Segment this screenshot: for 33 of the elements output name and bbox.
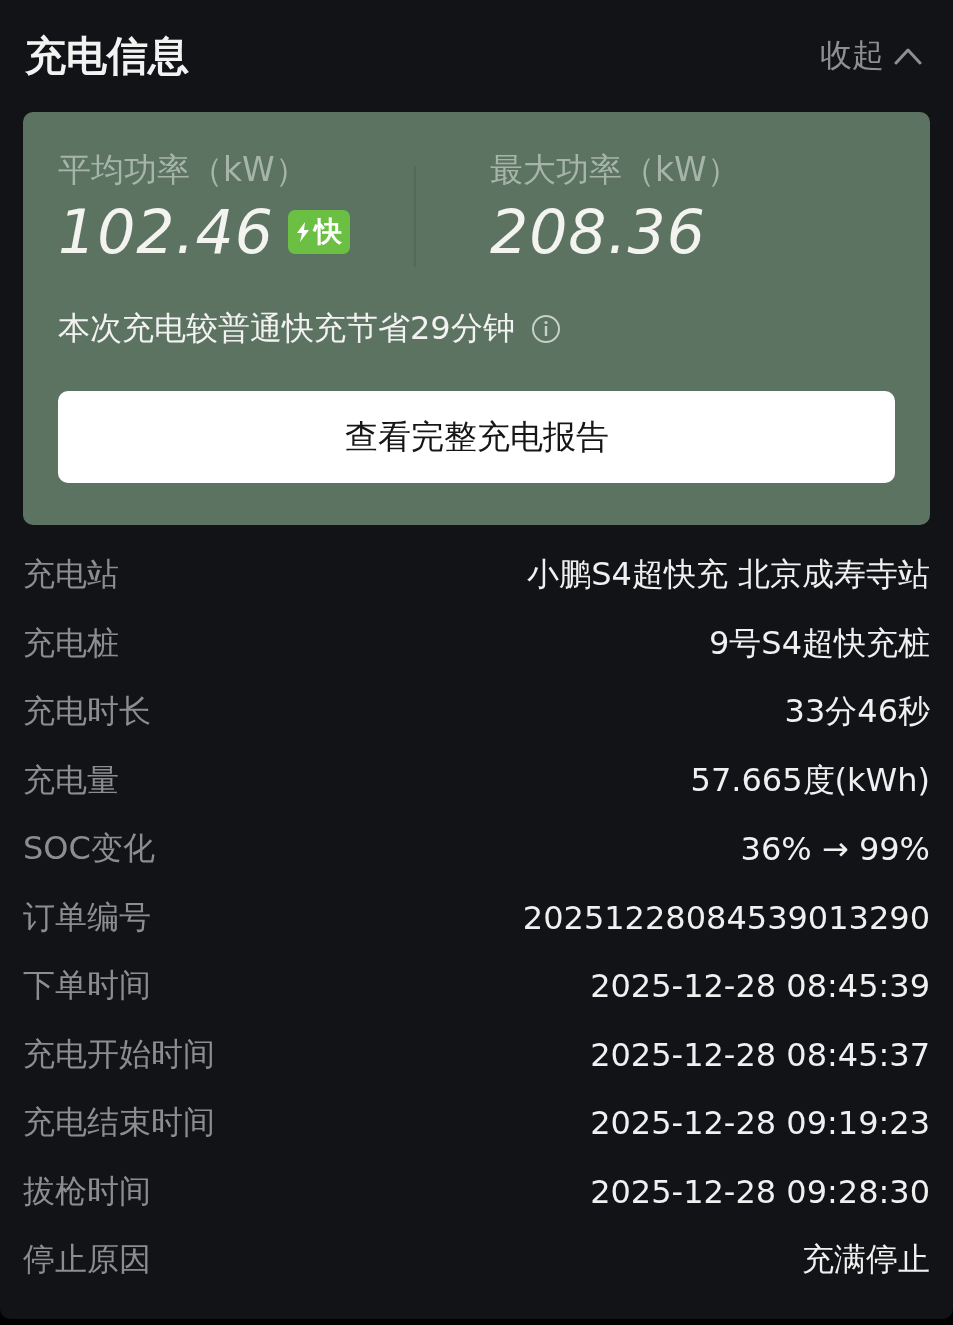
lightning-icon xyxy=(295,222,310,242)
detail-value: 33分46秒 xyxy=(784,691,930,733)
detail-value: 36% → 99% xyxy=(740,830,930,869)
detail-value: 2025-12-28 08:45:39 xyxy=(590,967,930,1006)
stat-value: 102.46 xyxy=(58,197,274,267)
detail-value: 充满停止 xyxy=(802,1239,930,1281)
detail-label: 充电桩 xyxy=(23,622,119,664)
detail-value: 20251228084539013290 xyxy=(522,898,930,937)
detail-label: 下单时间 xyxy=(23,965,151,1007)
detail-value: 2025-12-28 09:19:23 xyxy=(590,1104,930,1143)
detail-label: 拔枪时间 xyxy=(23,1170,151,1212)
detail-label: 充电量 xyxy=(23,759,119,801)
stat-value: 208.36 xyxy=(490,197,706,267)
detail-value: 2025-12-28 09:28:30 xyxy=(590,1172,930,1211)
collapse-button[interactable]: 收起 xyxy=(820,34,930,78)
detail-label: 充电时长 xyxy=(23,691,151,733)
section-title: 充电信息 xyxy=(24,30,189,82)
detail-value: 小鹏S4超快充 北京成寿寺站 xyxy=(527,554,930,596)
detail-label: 充电站 xyxy=(23,554,119,596)
stat-label: 平均功率（kW） xyxy=(58,149,309,191)
fast-badge: 快 xyxy=(287,210,350,254)
info-icon xyxy=(530,314,561,344)
detail-value: 57.665度(kWh) xyxy=(690,759,930,801)
detail-label: 订单编号 xyxy=(23,896,151,938)
report-button[interactable]: 查看完整充电报告 xyxy=(58,391,895,483)
detail-label: 充电结束时间 xyxy=(23,1102,215,1144)
stat-label: 最大功率（kW） xyxy=(490,149,741,191)
savings-note: 本次充电较普通快充节省29分钟 xyxy=(58,308,515,349)
detail-label: SOC变化 xyxy=(23,828,155,870)
detail-value: 2025-12-28 08:45:37 xyxy=(590,1035,930,1074)
detail-label: 停止原因 xyxy=(23,1239,151,1281)
detail-label: 充电开始时间 xyxy=(23,1033,215,1075)
detail-value: 9号S4超快充桩 xyxy=(708,622,930,664)
